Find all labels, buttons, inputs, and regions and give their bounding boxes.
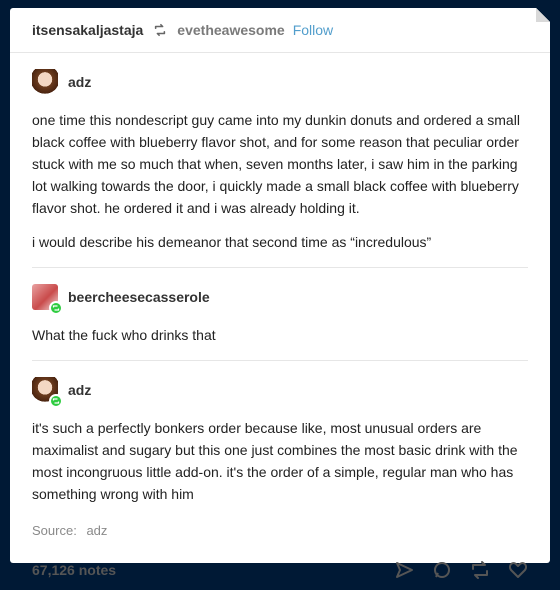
- avatar[interactable]: [32, 377, 63, 408]
- author-row: beercheesecasserole: [32, 282, 528, 315]
- reblog-section: beercheesecasserole What the fuck who dr…: [32, 282, 528, 361]
- source-line: Source: adz: [32, 523, 528, 538]
- reblog-section: adz it's such a perfectly bonkers order …: [32, 375, 528, 538]
- post-header: itsensakaljastaja evetheawesome Follow: [10, 8, 550, 53]
- post-card: itsensakaljastaja evetheawesome Follow a…: [10, 8, 550, 579]
- source-blog-name[interactable]: evetheawesome: [177, 22, 284, 38]
- avatar[interactable]: [32, 69, 58, 95]
- author-row: adz: [32, 375, 528, 408]
- author-name[interactable]: adz: [68, 74, 91, 90]
- author-name[interactable]: adz: [68, 382, 91, 398]
- reblog-badge-icon: [49, 301, 63, 315]
- post-body: adz one time this nondescript guy came i…: [10, 67, 550, 538]
- post-actions: [394, 560, 528, 580]
- reblog-section: adz one time this nondescript guy came i…: [32, 67, 528, 268]
- follow-button[interactable]: Follow: [293, 22, 333, 38]
- source-label: Source:: [32, 523, 77, 538]
- author-name[interactable]: beercheesecasserole: [68, 289, 210, 305]
- post-paragraph: one time this nondescript guy came into …: [32, 112, 520, 216]
- author-row: adz: [32, 67, 528, 97]
- share-icon[interactable]: [394, 560, 414, 580]
- post-paragraph: it's such a perfectly bonkers order beca…: [32, 420, 518, 502]
- like-icon[interactable]: [508, 560, 528, 580]
- post-paragraph: i would describe his demeanor that secon…: [32, 234, 432, 250]
- reblog-icon: [153, 23, 167, 37]
- reblog-badge-icon: [49, 394, 63, 408]
- avatar[interactable]: [32, 284, 63, 315]
- reply-icon[interactable]: [432, 560, 452, 580]
- post-paragraph: What the fuck who drinks that: [32, 327, 216, 343]
- source-link[interactable]: adz: [86, 523, 107, 538]
- notes-count[interactable]: 67,126 notes: [32, 562, 116, 578]
- reblog-icon[interactable]: [470, 560, 490, 580]
- post-footer: 67,126 notes: [10, 550, 550, 590]
- poster-name[interactable]: itsensakaljastaja: [32, 22, 143, 38]
